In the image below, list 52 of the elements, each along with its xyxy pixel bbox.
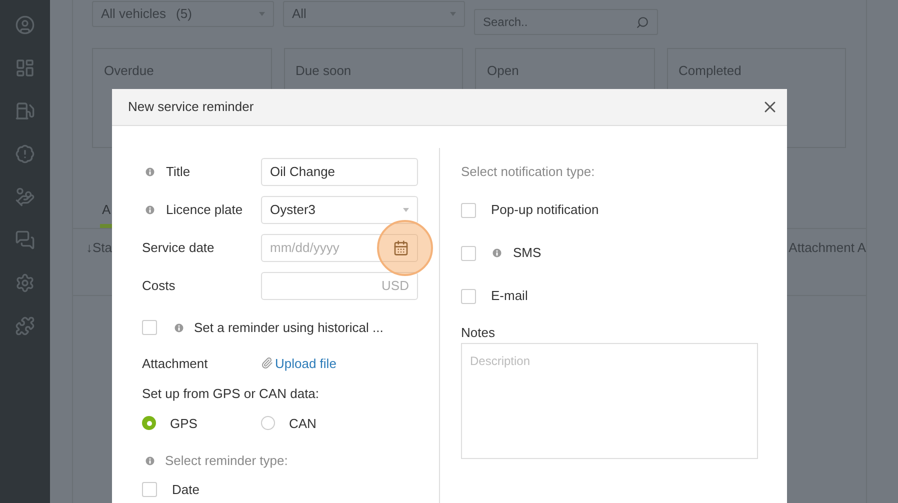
source-label: Set up from GPS or CAN data: xyxy=(142,385,320,403)
filter-select[interactable]: All xyxy=(283,1,465,27)
column-header: Attachment A xyxy=(788,239,866,257)
card-title: Overdue xyxy=(104,63,154,78)
reminder-type-label: Select reminder type: xyxy=(165,452,288,470)
info-icon xyxy=(173,322,185,334)
upload-file-link[interactable]: Upload file xyxy=(275,354,336,373)
puzzle-icon[interactable] xyxy=(15,316,35,336)
notification-type-label: Select notification type: xyxy=(461,163,596,181)
radio-label: GPS xyxy=(170,414,198,432)
checkbox[interactable] xyxy=(461,288,476,304)
notes-label: Notes xyxy=(461,324,496,342)
info-icon xyxy=(144,454,156,467)
notes-textarea[interactable]: Description xyxy=(461,343,758,459)
card-title: Open xyxy=(487,63,519,78)
checkbox-label: Date xyxy=(172,480,200,498)
checkbox[interactable] xyxy=(142,482,157,497)
radio-button[interactable] xyxy=(142,416,156,430)
field-label: Title xyxy=(166,163,190,182)
dashboard-icon[interactable] xyxy=(15,58,35,78)
field-label: Service date xyxy=(142,239,214,258)
hand-coins-icon[interactable] xyxy=(15,187,35,207)
card-title: Completed xyxy=(678,63,742,78)
licence-plate-select[interactable]: Oyster3 xyxy=(261,196,418,224)
paperclip-icon xyxy=(261,357,273,370)
fuel-pump-icon[interactable] xyxy=(15,101,35,121)
checkbox[interactable] xyxy=(461,246,476,260)
user-icon[interactable] xyxy=(15,15,35,35)
costs-field[interactable]: USD xyxy=(261,272,418,300)
checkbox-label: SMS xyxy=(513,244,542,262)
search-icon[interactable] xyxy=(636,16,649,28)
date-field[interactable]: mm/dd/yyyy xyxy=(261,234,418,262)
settings-icon[interactable] xyxy=(15,273,35,293)
title-field[interactable]: Oil Change xyxy=(261,158,418,186)
checkbox-label: Pop-up notification xyxy=(491,201,599,220)
search-field[interactable]: Search.. xyxy=(474,9,658,35)
radio-label: CAN xyxy=(289,414,316,432)
column-header: ↓Sta xyxy=(86,239,112,257)
radio-button[interactable] xyxy=(261,416,275,430)
card-title: Due soon xyxy=(296,63,352,78)
checkbox[interactable] xyxy=(461,202,476,218)
chat-icon[interactable] xyxy=(15,230,35,250)
filter-select[interactable]: All vehicles (5) xyxy=(92,1,274,27)
modal-title: New service reminder xyxy=(128,98,254,116)
field-label: Costs xyxy=(142,277,176,296)
checkbox[interactable] xyxy=(142,320,157,336)
attachment-label: Attachment xyxy=(142,354,209,372)
field-label: Licence plate xyxy=(166,201,243,220)
historical-label: Set a reminder using historical ... xyxy=(194,319,384,337)
checkbox-label: E-mail xyxy=(491,287,528,306)
alert-badge-icon[interactable] xyxy=(15,144,35,164)
calendar-icon[interactable] xyxy=(393,240,409,256)
